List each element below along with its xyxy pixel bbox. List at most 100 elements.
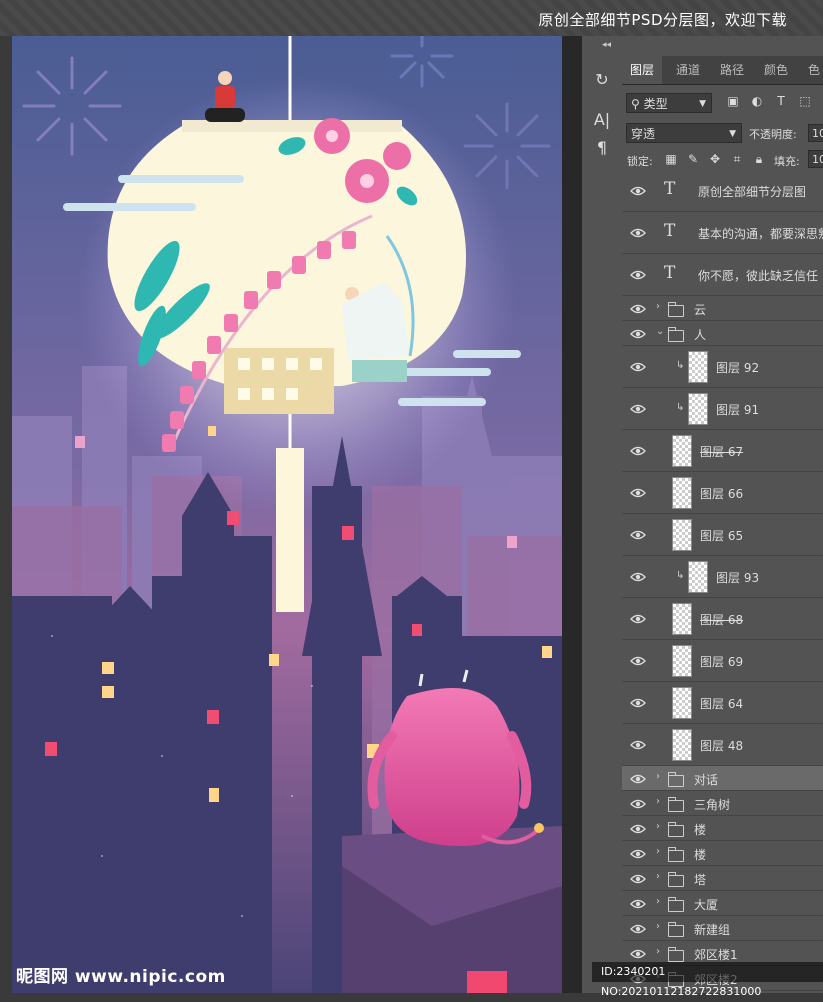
document-canvas[interactable] [12,36,562,993]
eye-icon[interactable] [630,304,646,314]
tab-channels[interactable]: 通道 [676,56,700,84]
character-icon[interactable]: A| [590,108,614,132]
layer-row[interactable]: T 基本的沟通，都要深思熟 [622,212,823,254]
chevron-right-icon[interactable]: › [656,301,660,312]
image-filter-icon[interactable]: ▣ [726,94,740,108]
layer-row[interactable]: ⌄ 人 [622,321,823,346]
chevron-right-icon[interactable]: › [656,871,660,882]
layer-thumbnail [672,477,692,509]
eye-icon[interactable] [630,656,646,666]
watermark-brand: 昵图网 [16,967,69,987]
layer-name: 图层 92 [716,361,760,375]
filter-type-select[interactable]: ⚲ 类型 ▼ [626,93,712,113]
filter-row: ⚲ 类型 ▼ ▣ ◐ T ⬚ [622,90,823,116]
tab-swatches[interactable]: 色 [808,56,820,84]
fill-input[interactable]: 10 [808,150,823,168]
layer-row[interactable]: T 你不愿，彼此缺乏信任 [622,254,823,296]
layer-row[interactable]: › 云 [622,296,823,321]
lock-artboard-icon[interactable]: ⌗ [730,152,744,166]
folder-icon [668,796,684,812]
lock-transparent-icon[interactable]: ▦ [664,152,678,166]
chevron-right-icon[interactable]: › [656,771,660,782]
layer-name: 图层 48 [700,739,744,753]
tab-layers[interactable]: 图层 [622,56,663,84]
collapse-icon[interactable]: ◂◂ [602,40,611,50]
layer-row[interactable]: 图层 67 [622,430,823,472]
tab-paths[interactable]: 路径 [720,56,744,84]
lock-move-icon[interactable]: ✥ [708,152,722,166]
layer-row[interactable]: › 对话 [622,766,823,791]
layer-row[interactable]: ↳ 图层 92 [622,346,823,388]
eye-icon[interactable] [630,799,646,809]
history-icon[interactable]: ↻ [590,68,614,92]
eye-icon[interactable] [630,572,646,582]
eye-icon[interactable] [630,446,646,456]
eye-icon[interactable] [630,849,646,859]
layer-row[interactable]: 图层 65 [622,514,823,556]
paragraph-icon[interactable]: ¶ [590,136,614,160]
banner-text: 原创全部细节PSD分层图，欢迎下载 [538,11,787,29]
eye-icon[interactable] [630,949,646,959]
eye-icon[interactable] [630,488,646,498]
eye-icon[interactable] [630,404,646,414]
eye-icon[interactable] [630,740,646,750]
layer-row[interactable]: › 新建组 [622,916,823,941]
folder-icon [668,821,684,837]
eye-icon[interactable] [630,874,646,884]
shape-filter-icon[interactable]: ⬚ [798,94,812,108]
layer-row[interactable]: 图层 48 [622,724,823,766]
chevron-right-icon[interactable]: › [656,896,660,907]
lock-row: 锁定: ▦ ✎ ✥ ⌗ 🔒︎ 填充: 10 [622,148,823,170]
folder-icon [668,896,684,912]
layer-row[interactable]: 图层 66 [622,472,823,514]
layer-name: 塔 [694,872,707,887]
chevron-down-icon[interactable]: ⌄ [656,326,664,337]
chevron-right-icon[interactable]: › [656,821,660,832]
clipping-mask-icon: ↳ [676,570,685,581]
opacity-input[interactable]: 10 [808,124,823,142]
chevron-right-icon[interactable]: › [656,796,660,807]
chevron-right-icon[interactable]: › [656,846,660,857]
blend-mode-value: 穿透 [631,127,656,141]
layer-name: 对话 [694,772,719,787]
eye-icon[interactable] [630,329,646,339]
chevron-right-icon[interactable]: › [656,946,660,957]
eye-icon[interactable] [630,774,646,784]
eye-icon[interactable] [630,614,646,624]
layer-row[interactable]: 图层 68 [622,598,823,640]
eye-icon[interactable] [630,698,646,708]
eye-icon[interactable] [630,899,646,909]
layer-row[interactable]: T 原创全部细节分层图 [622,170,823,212]
eye-icon[interactable] [630,186,646,196]
layer-row[interactable]: › 大厦 [622,891,823,916]
layer-row[interactable]: 图层 69 [622,640,823,682]
eye-icon[interactable] [630,362,646,372]
opacity-label: 不透明度: [749,128,797,141]
eye-icon[interactable] [630,530,646,540]
layer-row[interactable]: ↳ 图层 93 [622,556,823,598]
type-filter-icon[interactable]: T [774,94,788,108]
fill-label: 填充: [774,155,800,168]
folder-icon [668,301,684,317]
eye-icon[interactable] [630,924,646,934]
lock-all-icon[interactable]: 🔒︎ [752,152,766,166]
adjustment-filter-icon[interactable]: ◐ [750,94,764,108]
lock-paint-icon[interactable]: ✎ [686,152,700,166]
layer-row[interactable]: 图层 64 [622,682,823,724]
blend-mode-select[interactable]: 穿透 ▼ [626,123,742,143]
layer-row[interactable]: › 三角树 [622,791,823,816]
folder-icon [668,326,684,342]
eye-icon[interactable] [630,228,646,238]
chevron-right-icon[interactable]: › [656,921,660,932]
eye-icon[interactable] [630,270,646,280]
layer-row[interactable]: › 楼 [622,816,823,841]
layer-row[interactable]: › 塔 [622,866,823,891]
tab-color[interactable]: 颜色 [764,56,788,84]
layer-row[interactable]: ↳ 图层 91 [622,388,823,430]
layer-row[interactable]: › 楼 [622,841,823,866]
layer-name: 三角树 [694,797,731,812]
folder-icon [668,946,684,962]
folder-icon [668,771,684,787]
eye-icon[interactable] [630,824,646,834]
layer-name: 郊区楼1 [694,947,738,962]
